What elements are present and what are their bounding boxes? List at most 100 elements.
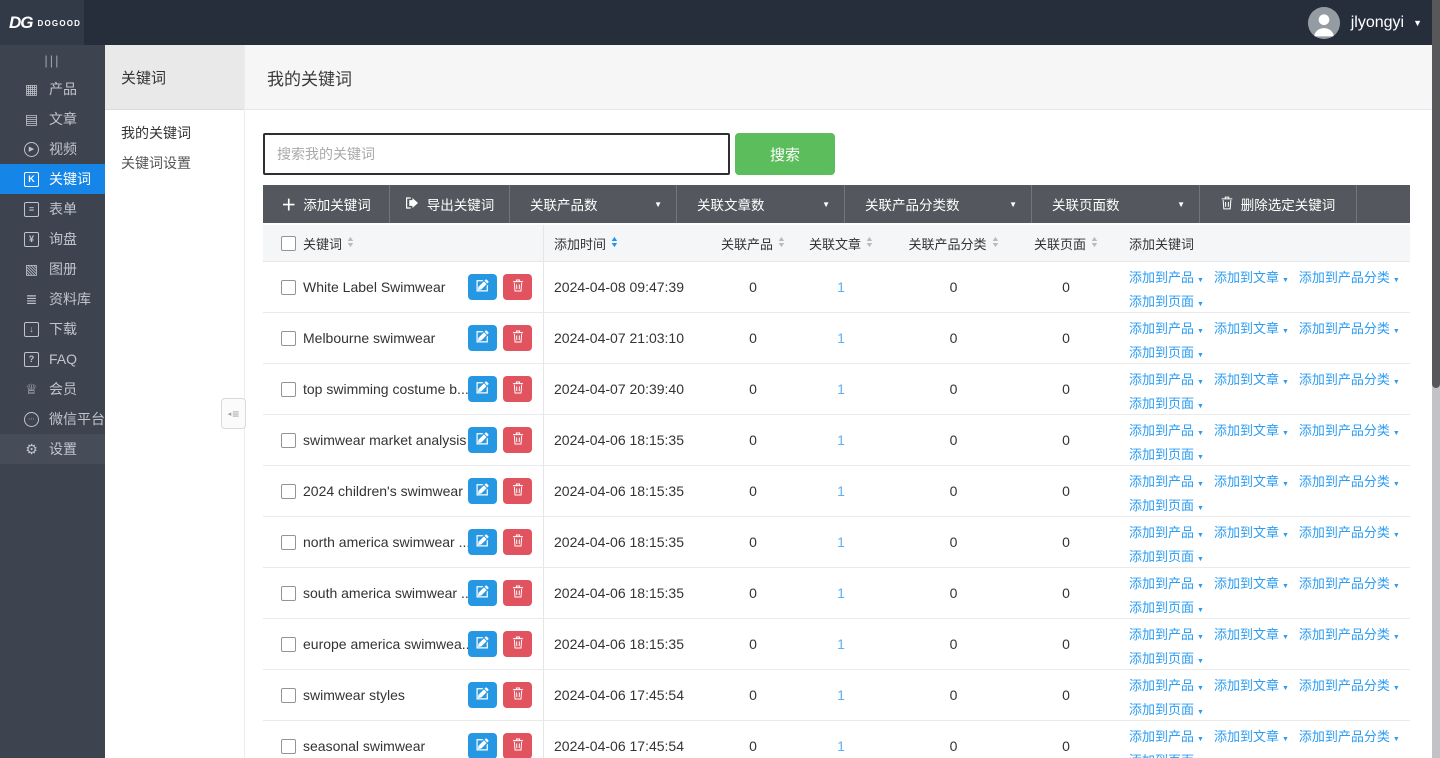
delete-button[interactable]	[503, 733, 532, 758]
search-button[interactable]: 搜索	[735, 133, 835, 175]
add-to-product-link[interactable]: 添加到产品▼	[1129, 729, 1204, 744]
edit-button[interactable]	[468, 682, 497, 708]
add-to-article-link[interactable]: 添加到文章▼	[1214, 678, 1289, 693]
edit-button[interactable]	[468, 478, 497, 504]
add-to-article-link[interactable]: 添加到文章▼	[1214, 627, 1289, 642]
sidebar-item-members[interactable]: ♕会员	[0, 374, 105, 404]
row-checkbox[interactable]	[281, 637, 296, 652]
scrollbar-thumb[interactable]	[1432, 0, 1440, 388]
add-to-page-link[interactable]: 添加到页面▼	[1129, 753, 1204, 758]
sidebar-item-settings[interactable]: ⚙设置	[0, 434, 105, 464]
add-to-category-link[interactable]: 添加到产品分类▼	[1299, 423, 1400, 438]
add-to-page-link[interactable]: 添加到页面▼	[1129, 294, 1204, 309]
add-to-article-link[interactable]: 添加到文章▼	[1214, 270, 1289, 285]
edit-button[interactable]	[468, 580, 497, 606]
column-header-related-categories[interactable]: 关联产品分类 ▲▼	[886, 225, 1021, 261]
sidebar-item-articles[interactable]: ▤文章	[0, 104, 105, 134]
select-all-checkbox[interactable]	[281, 236, 296, 251]
add-to-product-link[interactable]: 添加到产品▼	[1129, 474, 1204, 489]
add-to-category-link[interactable]: 添加到产品分类▼	[1299, 321, 1400, 336]
submenu-item-keyword-settings[interactable]: 关键词设置	[105, 148, 244, 178]
sidebar-item-keywords[interactable]: K关键词	[0, 164, 105, 194]
add-to-category-link[interactable]: 添加到产品分类▼	[1299, 678, 1400, 693]
row-checkbox[interactable]	[281, 586, 296, 601]
add-to-category-link[interactable]: 添加到产品分类▼	[1299, 270, 1400, 285]
add-to-article-link[interactable]: 添加到文章▼	[1214, 474, 1289, 489]
related-articles-count[interactable]: 1	[837, 585, 845, 601]
sidebar-item-albums[interactable]: ▧图册	[0, 254, 105, 284]
column-header-related-products[interactable]: 关联产品 ▲▼	[710, 225, 796, 261]
add-to-article-link[interactable]: 添加到文章▼	[1214, 729, 1289, 744]
sidebar-item-library[interactable]: ≣资料库	[0, 284, 105, 314]
related-articles-count[interactable]: 1	[837, 330, 845, 346]
column-header-keyword[interactable]: 关键词 ▲▼	[300, 225, 468, 261]
sidebar-item-wechat[interactable]: ⋯微信平台	[0, 404, 105, 434]
scrollbar-track[interactable]	[1432, 0, 1440, 758]
edit-button[interactable]	[468, 427, 497, 453]
related-articles-count[interactable]: 1	[837, 636, 845, 652]
add-to-product-link[interactable]: 添加到产品▼	[1129, 423, 1204, 438]
edit-button[interactable]	[468, 325, 497, 351]
add-to-category-link[interactable]: 添加到产品分类▼	[1299, 372, 1400, 387]
add-to-article-link[interactable]: 添加到文章▼	[1214, 321, 1289, 336]
add-to-page-link[interactable]: 添加到页面▼	[1129, 447, 1204, 462]
edit-button[interactable]	[468, 529, 497, 555]
add-to-category-link[interactable]: 添加到产品分类▼	[1299, 474, 1400, 489]
row-checkbox[interactable]	[281, 331, 296, 346]
sidebar-item-inquiries[interactable]: ¥询盘	[0, 224, 105, 254]
row-checkbox[interactable]	[281, 535, 296, 550]
delete-button[interactable]	[503, 478, 532, 504]
add-to-product-link[interactable]: 添加到产品▼	[1129, 372, 1204, 387]
add-to-page-link[interactable]: 添加到页面▼	[1129, 498, 1204, 513]
user-menu[interactable]: jlyongyi ▼	[1308, 7, 1440, 39]
related-articles-count[interactable]: 1	[837, 279, 845, 295]
delete-selected-button[interactable]: 删除选定关键词	[1200, 185, 1357, 223]
delete-button[interactable]	[503, 580, 532, 606]
add-to-product-link[interactable]: 添加到产品▼	[1129, 627, 1204, 642]
add-to-page-link[interactable]: 添加到页面▼	[1129, 651, 1204, 666]
edit-button[interactable]	[468, 274, 497, 300]
delete-button[interactable]	[503, 274, 532, 300]
sidebar-item-products[interactable]: ▦产品	[0, 74, 105, 104]
search-input[interactable]	[263, 133, 730, 175]
add-to-category-link[interactable]: 添加到产品分类▼	[1299, 576, 1400, 591]
add-to-page-link[interactable]: 添加到页面▼	[1129, 702, 1204, 717]
edit-button[interactable]	[468, 733, 497, 758]
add-to-category-link[interactable]: 添加到产品分类▼	[1299, 729, 1400, 744]
add-to-article-link[interactable]: 添加到文章▼	[1214, 576, 1289, 591]
logo[interactable]: DG DOGOOD	[0, 0, 84, 45]
add-to-product-link[interactable]: 添加到产品▼	[1129, 321, 1204, 336]
sidebar-item-downloads[interactable]: ↓下载	[0, 314, 105, 344]
related-articles-count-dropdown[interactable]: 关联文章数▼	[677, 185, 845, 223]
add-to-product-link[interactable]: 添加到产品▼	[1129, 270, 1204, 285]
delete-button[interactable]	[503, 325, 532, 351]
column-header-related-pages[interactable]: 关联页面 ▲▼	[1021, 225, 1111, 261]
row-checkbox[interactable]	[281, 433, 296, 448]
sidebar-collapse-toggle[interactable]: |||	[0, 47, 105, 74]
related-articles-count[interactable]: 1	[837, 738, 845, 754]
add-to-page-link[interactable]: 添加到页面▼	[1129, 396, 1204, 411]
add-to-product-link[interactable]: 添加到产品▼	[1129, 678, 1204, 693]
add-to-page-link[interactable]: 添加到页面▼	[1129, 345, 1204, 360]
delete-button[interactable]	[503, 529, 532, 555]
column-header-added-time[interactable]: 添加时间 ▲▼	[543, 225, 710, 261]
column-header-related-articles[interactable]: 关联文章 ▲▼	[796, 225, 886, 261]
related-articles-count[interactable]: 1	[837, 687, 845, 703]
add-to-page-link[interactable]: 添加到页面▼	[1129, 600, 1204, 615]
related-products-count-dropdown[interactable]: 关联产品数▼	[510, 185, 677, 223]
add-to-article-link[interactable]: 添加到文章▼	[1214, 525, 1289, 540]
delete-button[interactable]	[503, 631, 532, 657]
row-checkbox[interactable]	[281, 280, 296, 295]
related-articles-count[interactable]: 1	[837, 432, 845, 448]
add-to-product-link[interactable]: 添加到产品▼	[1129, 525, 1204, 540]
add-to-category-link[interactable]: 添加到产品分类▼	[1299, 525, 1400, 540]
related-articles-count[interactable]: 1	[837, 483, 845, 499]
row-checkbox[interactable]	[281, 382, 296, 397]
related-categories-count-dropdown[interactable]: 关联产品分类数▼	[845, 185, 1032, 223]
add-to-product-link[interactable]: 添加到产品▼	[1129, 576, 1204, 591]
delete-button[interactable]	[503, 427, 532, 453]
submenu-item-my-keywords[interactable]: 我的关键词	[105, 118, 244, 148]
add-to-page-link[interactable]: 添加到页面▼	[1129, 549, 1204, 564]
related-pages-count-dropdown[interactable]: 关联页面数▼	[1032, 185, 1200, 223]
edit-button[interactable]	[468, 631, 497, 657]
